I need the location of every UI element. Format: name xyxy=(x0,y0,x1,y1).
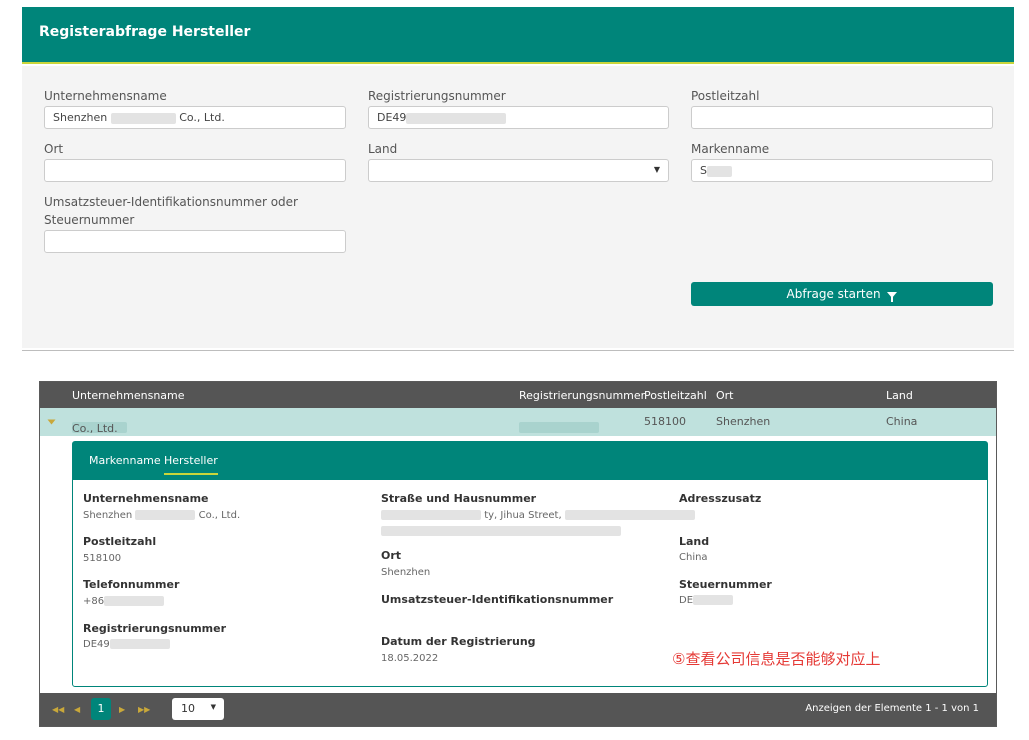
page-title: Registerabfrage Hersteller xyxy=(39,24,251,40)
last-page-icon[interactable]: ▶▶ xyxy=(138,705,150,714)
detail-street-value: ty, Jihua Street, xyxy=(381,510,695,521)
detail-country-label: Land xyxy=(679,535,710,548)
detail-taxnum-value: DE xyxy=(679,595,734,606)
pagination-bar: ◀◀ ◀ 1 ▶ ▶▶ 10 ▼ Anzeigen der Elemente 1… xyxy=(40,693,996,726)
row-country: China xyxy=(886,415,918,428)
detail-company-end: Co., Ltd. xyxy=(198,510,241,521)
postal-code-label: Postleitzahl xyxy=(691,89,760,103)
search-form: Unternehmensname Shenzhen Co., Ltd. Regi… xyxy=(22,66,1014,348)
detail-phone-label: Telefonnummer xyxy=(83,578,180,591)
row-postal-code: 518100 xyxy=(644,415,686,428)
column-header-postal-code[interactable]: Postleitzahl xyxy=(644,389,707,402)
company-name-input[interactable]: Shenzhen Co., Ltd. xyxy=(44,106,346,129)
vat-label-line1: Umsatzsteuer-Identifikationsnummer oder xyxy=(44,195,298,209)
detail-postal-value: 518100 xyxy=(83,553,122,564)
brand-name-value-start: S xyxy=(700,164,707,177)
postal-code-input[interactable] xyxy=(691,106,993,129)
redacted-mask xyxy=(109,639,170,649)
company-name-value-start: Shenzhen xyxy=(53,111,108,124)
first-page-icon[interactable]: ◀◀ xyxy=(52,705,64,714)
detail-company-label: Unternehmensname xyxy=(83,492,209,505)
column-header-country[interactable]: Land xyxy=(886,389,913,402)
tab-brand-name[interactable]: Markenname xyxy=(89,454,161,473)
company-name-value-end: Co., Ltd. xyxy=(179,111,225,124)
detail-regnum-label: Registrierungsnummer xyxy=(83,622,227,635)
vat-input[interactable] xyxy=(44,230,346,253)
detail-tabs: Markenname Hersteller xyxy=(73,442,987,480)
column-header-company[interactable]: Unternehmensname xyxy=(72,389,185,402)
brand-name-label: Markenname xyxy=(691,142,770,156)
row-city: Shenzhen xyxy=(716,415,771,428)
redacted-mask xyxy=(406,112,507,124)
vat-label-line2: Steuernummer xyxy=(44,213,135,227)
page-size-select[interactable]: 10 ▼ xyxy=(172,698,224,720)
page-header: Registerabfrage Hersteller xyxy=(22,7,1014,64)
detail-company-value: Shenzhen Co., Ltd. xyxy=(83,510,240,521)
company-name-label: Unternehmensname xyxy=(44,89,167,103)
detail-regdate-label: Datum der Registrierung xyxy=(381,635,536,648)
redacted-mask xyxy=(110,112,176,124)
detail-phone-start: +86 xyxy=(83,596,105,607)
detail-phone-value: +86 xyxy=(83,596,165,607)
registration-number-label: Registrierungsnummer xyxy=(368,89,506,103)
dropdown-arrow-icon: ▼ xyxy=(653,165,660,174)
detail-vat-label: Umsatzsteuer-Identifikationsnummer xyxy=(381,593,614,606)
detail-address-extra-label: Adresszusatz xyxy=(679,492,762,505)
country-select[interactable]: ▼ xyxy=(368,159,669,182)
detail-street-label: Straße und Hausnummer xyxy=(381,492,537,505)
registration-number-value-start: DE49 xyxy=(377,111,407,124)
detail-city-value: Shenzhen xyxy=(381,567,431,578)
redacted-mask xyxy=(381,510,481,520)
detail-street-value-line2 xyxy=(381,526,621,537)
redacted-mask xyxy=(104,596,165,606)
redacted-mask xyxy=(693,595,734,605)
section-divider xyxy=(22,350,1014,351)
brand-name-input[interactable]: S xyxy=(691,159,993,182)
detail-street-part: ty, Jihua Street, xyxy=(484,510,562,521)
next-page-icon[interactable]: ▶ xyxy=(119,705,125,714)
detail-taxnum-label: Steuernummer xyxy=(679,578,772,591)
table-row[interactable]: Shenzhen Co., Ltd. DE 518100 Shenzhen Ch… xyxy=(40,408,996,436)
detail-regdate-value: 18.05.2022 xyxy=(381,653,439,664)
start-query-button[interactable]: Abfrage starten xyxy=(691,282,993,306)
detail-regnum-value: DE49 xyxy=(83,639,170,650)
column-header-city[interactable]: Ort xyxy=(716,389,734,402)
row-company-end: Co., Ltd. xyxy=(72,422,118,435)
detail-regnum-start: DE49 xyxy=(83,639,110,650)
vat-label: Umsatzsteuer-Identifikationsnummer oder … xyxy=(44,193,298,229)
redacted-mask xyxy=(706,165,732,177)
country-label: Land xyxy=(368,142,398,156)
redacted-mask xyxy=(381,526,621,536)
tab-manufacturer[interactable]: Hersteller xyxy=(164,454,218,475)
grid-header: Unternehmensname Registrierungsnummer Po… xyxy=(40,382,996,408)
filter-icon xyxy=(887,291,898,302)
page-size-value: 10 xyxy=(181,702,195,715)
redacted-mask xyxy=(519,422,599,433)
city-input[interactable] xyxy=(44,159,346,182)
detail-taxnum-start: DE xyxy=(679,595,694,606)
previous-page-icon[interactable]: ◀ xyxy=(74,705,80,714)
detail-company-start: Shenzhen xyxy=(83,510,133,521)
registration-number-input[interactable]: DE49 xyxy=(368,106,669,129)
page-button-current[interactable]: 1 xyxy=(91,698,111,720)
column-header-registration-number[interactable]: Registrierungsnummer xyxy=(519,389,645,402)
expand-row-icon[interactable] xyxy=(47,419,56,425)
redacted-mask xyxy=(564,510,695,520)
annotation-note: ⑤查看公司信息是否能够对应上 xyxy=(672,650,881,668)
dropdown-arrow-icon: ▼ xyxy=(210,703,216,711)
pagination-info: Anzeigen der Elemente 1 - 1 von 1 xyxy=(805,703,979,714)
results-grid: Unternehmensname Registrierungsnummer Po… xyxy=(39,381,997,727)
detail-city-label: Ort xyxy=(381,549,402,562)
start-query-label: Abfrage starten xyxy=(786,287,881,301)
row-detail-panel: Markenname Hersteller Unternehmensname S… xyxy=(72,441,988,687)
city-label: Ort xyxy=(44,142,64,156)
detail-country-value: China xyxy=(679,552,708,563)
redacted-mask xyxy=(135,510,196,520)
detail-postal-label: Postleitzahl xyxy=(83,535,157,548)
